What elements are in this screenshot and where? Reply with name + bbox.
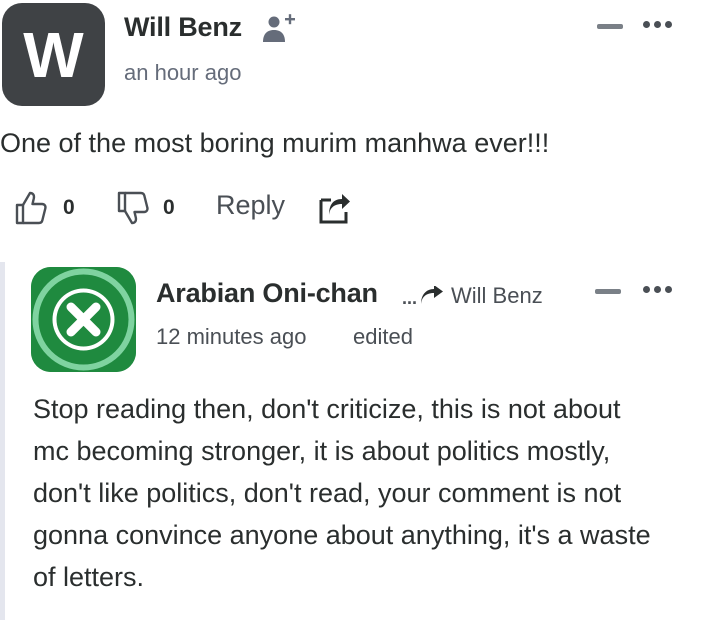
downvote-count: 0 [163,196,175,219]
thumbs-down-icon [117,191,149,225]
reply-collapse-button[interactable] [595,289,621,294]
reply-text-line: gonna convince anyone about anything, it… [33,520,651,550]
reply-text-line: Stop reading then, don't criticize, this… [33,394,621,424]
dot-icon [643,286,650,293]
comment-timestamp[interactable]: an hour ago [124,60,241,86]
more-options-button[interactable] [643,21,672,28]
reply-button[interactable]: Reply [216,190,285,221]
reply-to-prefix: ... [402,287,418,308]
follow-user-icon[interactable] [262,12,296,46]
author-name[interactable]: Will Benz [124,12,242,43]
comment-text: One of the most boring murim manhwa ever… [0,128,550,158]
share-icon [319,194,350,224]
dot-icon [654,21,661,28]
dot-icon [654,286,661,293]
close-x-icon [31,267,136,372]
reply-avatar[interactable] [31,267,136,372]
downvote-button[interactable]: 0 [116,190,175,226]
reply-arrow-icon [421,286,444,304]
reply-text: Stop reading then, don't criticize, this… [33,388,717,598]
dot-icon [643,21,650,28]
share-button[interactable] [319,194,351,224]
upvote-button[interactable]: 0 [14,190,75,226]
reply-text-line: of letters. [33,562,145,592]
reply-more-options-button[interactable] [643,286,672,293]
dot-icon [665,21,672,28]
reply-text-line: mc becoming stronger, it is about politi… [33,436,611,466]
reply-author-name[interactable]: Arabian Oni-chan [156,278,378,309]
comment-thread: W Will Benz an hour ago One of the most … [0,0,720,620]
collapse-button[interactable] [597,24,623,29]
avatar[interactable]: W [2,3,105,106]
thumbs-up-icon [15,191,47,225]
dot-icon [665,286,672,293]
upvote-count: 0 [63,196,75,219]
reply-text-line: don't like politics, don't read, your co… [33,478,622,508]
reply-thread-line [0,262,5,620]
reply-timestamp[interactable]: 12 minutes ago [156,324,306,350]
edited-label: edited [353,324,413,349]
reply-to-user: Will Benz [451,283,543,308]
reply-to-link[interactable]: ... Will Benz [402,283,543,309]
